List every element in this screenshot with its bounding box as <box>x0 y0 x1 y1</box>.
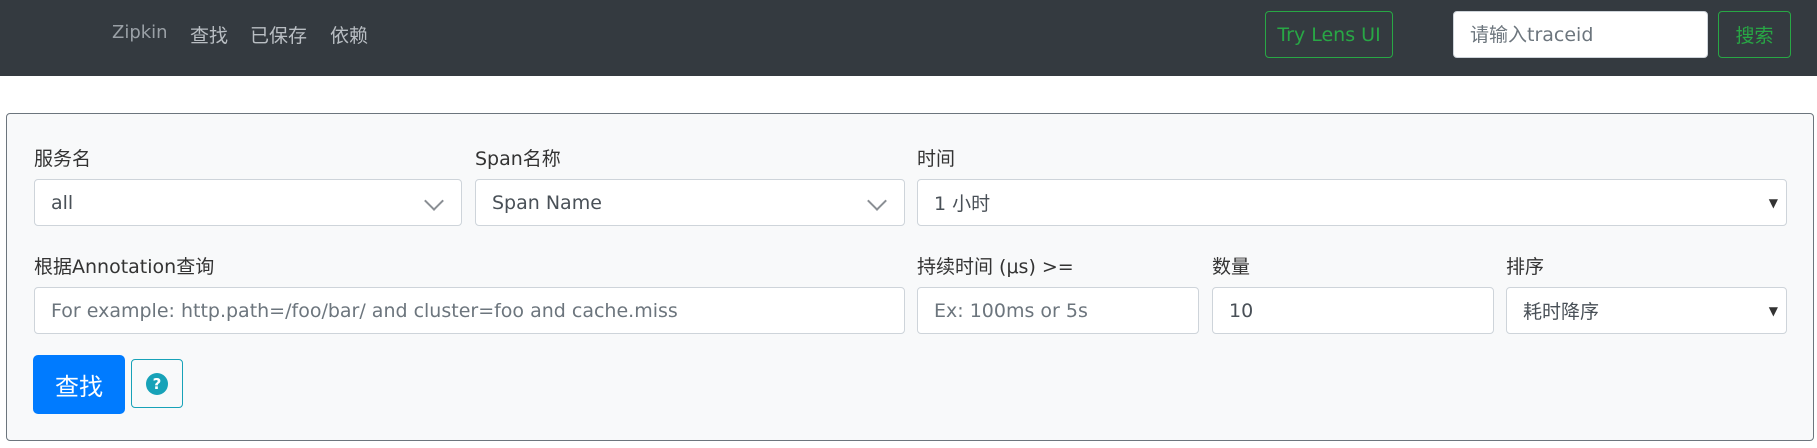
annotation-query-label: 根据Annotation查询 <box>34 256 215 278</box>
limit-input[interactable] <box>1212 287 1494 334</box>
question-circle-icon: ? <box>146 372 168 395</box>
time-range-value: 1 小时 <box>934 193 991 215</box>
time-range-select[interactable]: 1 小时 ▼ <box>917 179 1787 226</box>
chevron-down-icon <box>867 191 887 211</box>
service-name-select[interactable]: all <box>34 179 462 226</box>
duration-input[interactable] <box>917 287 1199 334</box>
time-range-label: 时间 <box>917 148 956 170</box>
span-name-label: Span名称 <box>475 148 561 170</box>
help-button[interactable]: ? <box>131 359 183 408</box>
sort-label: 排序 <box>1506 256 1545 278</box>
traceid-input[interactable] <box>1453 11 1708 58</box>
chevron-down-icon <box>424 191 444 211</box>
span-name-value: Span Name <box>492 191 602 214</box>
find-traces-button[interactable]: 查找 <box>33 355 125 414</box>
service-name-label: 服务名 <box>34 148 92 170</box>
service-name-value: all <box>51 191 74 214</box>
sort-order-value: 耗时降序 <box>1523 301 1600 323</box>
sort-order-select[interactable]: 耗时降序 ▼ <box>1506 287 1787 334</box>
span-name-select[interactable]: Span Name <box>475 179 905 226</box>
caret-down-icon: ▼ <box>1768 196 1778 210</box>
nav-link-saved[interactable]: 已保存 <box>250 21 307 48</box>
limit-label: 数量 <box>1212 256 1251 278</box>
nav-link-find[interactable]: 查找 <box>190 21 228 48</box>
duration-label: 持续时间 (μs) >= <box>917 256 1074 278</box>
try-lens-ui-button[interactable]: Try Lens UI <box>1265 11 1393 58</box>
nav-link-dependencies[interactable]: 依赖 <box>330 21 368 48</box>
brand-logo-text[interactable]: Zipkin <box>112 22 168 43</box>
annotation-query-input[interactable] <box>34 287 905 334</box>
top-navbar: Zipkin 查找 已保存 依赖 Try Lens UI 搜索 <box>0 0 1817 76</box>
caret-down-icon: ▼ <box>1768 304 1778 318</box>
search-traceid-button[interactable]: 搜索 <box>1718 11 1791 58</box>
search-form-panel: 服务名 Span名称 时间 all Span Name 1 小时 ▼ 根据Ann… <box>6 113 1814 441</box>
